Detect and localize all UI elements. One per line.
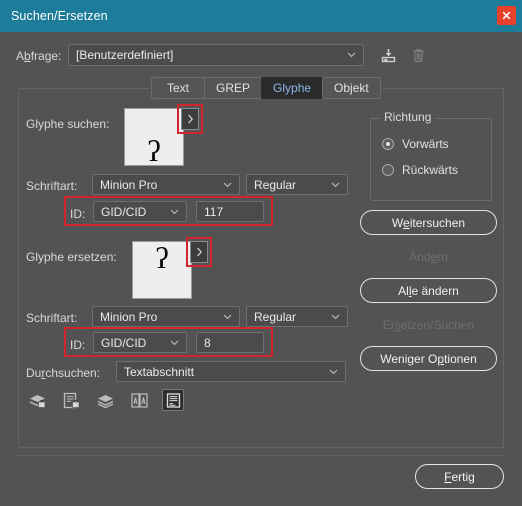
change-button: Ändern [360,244,497,269]
chevron-down-icon [331,180,340,189]
direction-legend: Richtung [380,110,436,124]
replace-font-style-select[interactable]: Regular [246,306,348,327]
done-label: Fertig [444,469,475,484]
change-find-label: Ersetzen/Suchen [382,317,475,332]
include-footnotes-icon[interactable] [162,389,184,411]
include-hidden-layers-icon[interactable] [94,389,116,411]
find-font-style-value: Regular [254,177,297,192]
chevron-right-icon [196,247,202,257]
scope-select-value: Textabschnitt [124,364,195,379]
locked-story-icon [63,392,79,408]
close-icon [502,11,511,20]
find-glyph-character: ʔ [147,135,161,168]
query-select-value: [Benutzerdefiniert] [76,48,174,62]
chevron-down-icon [347,50,356,59]
find-id-type-value: GID/CID [101,204,147,219]
delete-query-icon [408,45,428,65]
query-label: Abfrage: [16,49,62,63]
find-id-type-select[interactable]: GID/CID [93,201,187,222]
change-all-label: Alle ändern [398,283,459,298]
window-title: Suchen/Ersetzen [11,9,108,23]
replace-font-label: Schriftart: [26,311,78,325]
radio-backward[interactable]: Rückwärts [382,163,458,177]
tab-glyphe[interactable]: Glyphe [261,77,324,99]
direction-group [370,118,492,201]
tab-text[interactable]: Text [151,77,205,99]
replace-id-type-value: GID/CID [101,335,147,350]
find-id-label: ID: [70,207,86,221]
fewer-options-button[interactable]: Weniger Optionen [360,346,497,371]
done-button[interactable]: Fertig [415,464,504,489]
save-query-icon[interactable] [378,45,398,65]
window-titlebar: Suchen/Ersetzen [0,0,522,32]
find-glyph-picker-button[interactable] [181,108,199,130]
radio-forward-label: Vorwärts [402,137,449,151]
query-select[interactable]: [Benutzerdefiniert] [68,44,364,66]
replace-glyph-label: Glyphe ersetzen: [26,250,117,264]
query-row: Abfrage: [Benutzerdefiniert] [0,44,522,70]
fewer-options-label: Weniger Optionen [380,351,477,366]
scope-label: Durchsuchen: [26,366,101,380]
chevron-right-icon [187,114,193,124]
locked-layers-icon [29,394,45,408]
chevron-down-icon [170,338,179,347]
radio-backward-label: Rückwärts [402,163,459,177]
replace-id-value: 8 [204,335,211,350]
find-glyph-label: Glyphe suchen: [26,117,110,131]
find-next-label: Weitersuchen [391,215,466,230]
replace-font-style-value: Regular [254,309,297,324]
layers-icon [97,394,113,408]
find-font-style-select[interactable]: Regular [246,174,348,195]
chevron-down-icon [223,312,232,321]
replace-glyph-preview[interactable]: ʔ [132,241,192,299]
find-next-button[interactable]: Weitersuchen [360,210,497,235]
replace-glyph-picker-button[interactable] [190,241,208,263]
find-id-value: 117 [204,204,224,219]
master-pages-icon [130,392,148,408]
radio-indicator [382,164,394,176]
chevron-down-icon [331,312,340,321]
chevron-down-icon [329,367,338,376]
radio-indicator [382,138,394,150]
replace-font-family-select[interactable]: Minion Pro [92,306,240,327]
include-master-pages-icon[interactable] [128,389,150,411]
tab-objekt[interactable]: Objekt [322,77,381,99]
footer-divider [18,455,504,456]
find-font-family-value: Minion Pro [100,177,158,192]
find-glyph-preview[interactable]: ʔ [124,108,184,168]
scope-icon-row [26,389,184,411]
replace-id-type-select[interactable]: GID/CID [93,332,187,353]
replace-id-label: ID: [70,338,86,352]
save-disk-icon [381,48,395,62]
scope-select[interactable]: Textabschnitt [116,361,346,382]
footnotes-icon [166,392,180,408]
tab-bar: Text GREP Glyphe Objekt [149,77,382,99]
include-locked-stories-icon[interactable] [60,389,82,411]
chevron-down-icon [170,207,179,216]
tab-grep[interactable]: GREP [204,77,263,99]
find-id-input[interactable]: 117 [196,201,264,222]
find-font-family-select[interactable]: Minion Pro [92,174,240,195]
find-font-label: Schriftart: [26,179,78,193]
chevron-down-icon [223,180,232,189]
replace-glyph-character: ʔ [155,242,169,275]
replace-font-family-value: Minion Pro [100,309,158,324]
replace-id-input[interactable]: 8 [196,332,264,353]
include-locked-layers-icon[interactable] [26,389,48,411]
trash-icon [413,48,423,62]
change-find-button: Ersetzen/Suchen [360,312,497,337]
close-button[interactable] [497,6,516,25]
radio-forward[interactable]: Vorwärts [382,137,449,151]
change-all-button[interactable]: Alle ändern [360,278,497,303]
change-label: Ändern [409,249,448,264]
